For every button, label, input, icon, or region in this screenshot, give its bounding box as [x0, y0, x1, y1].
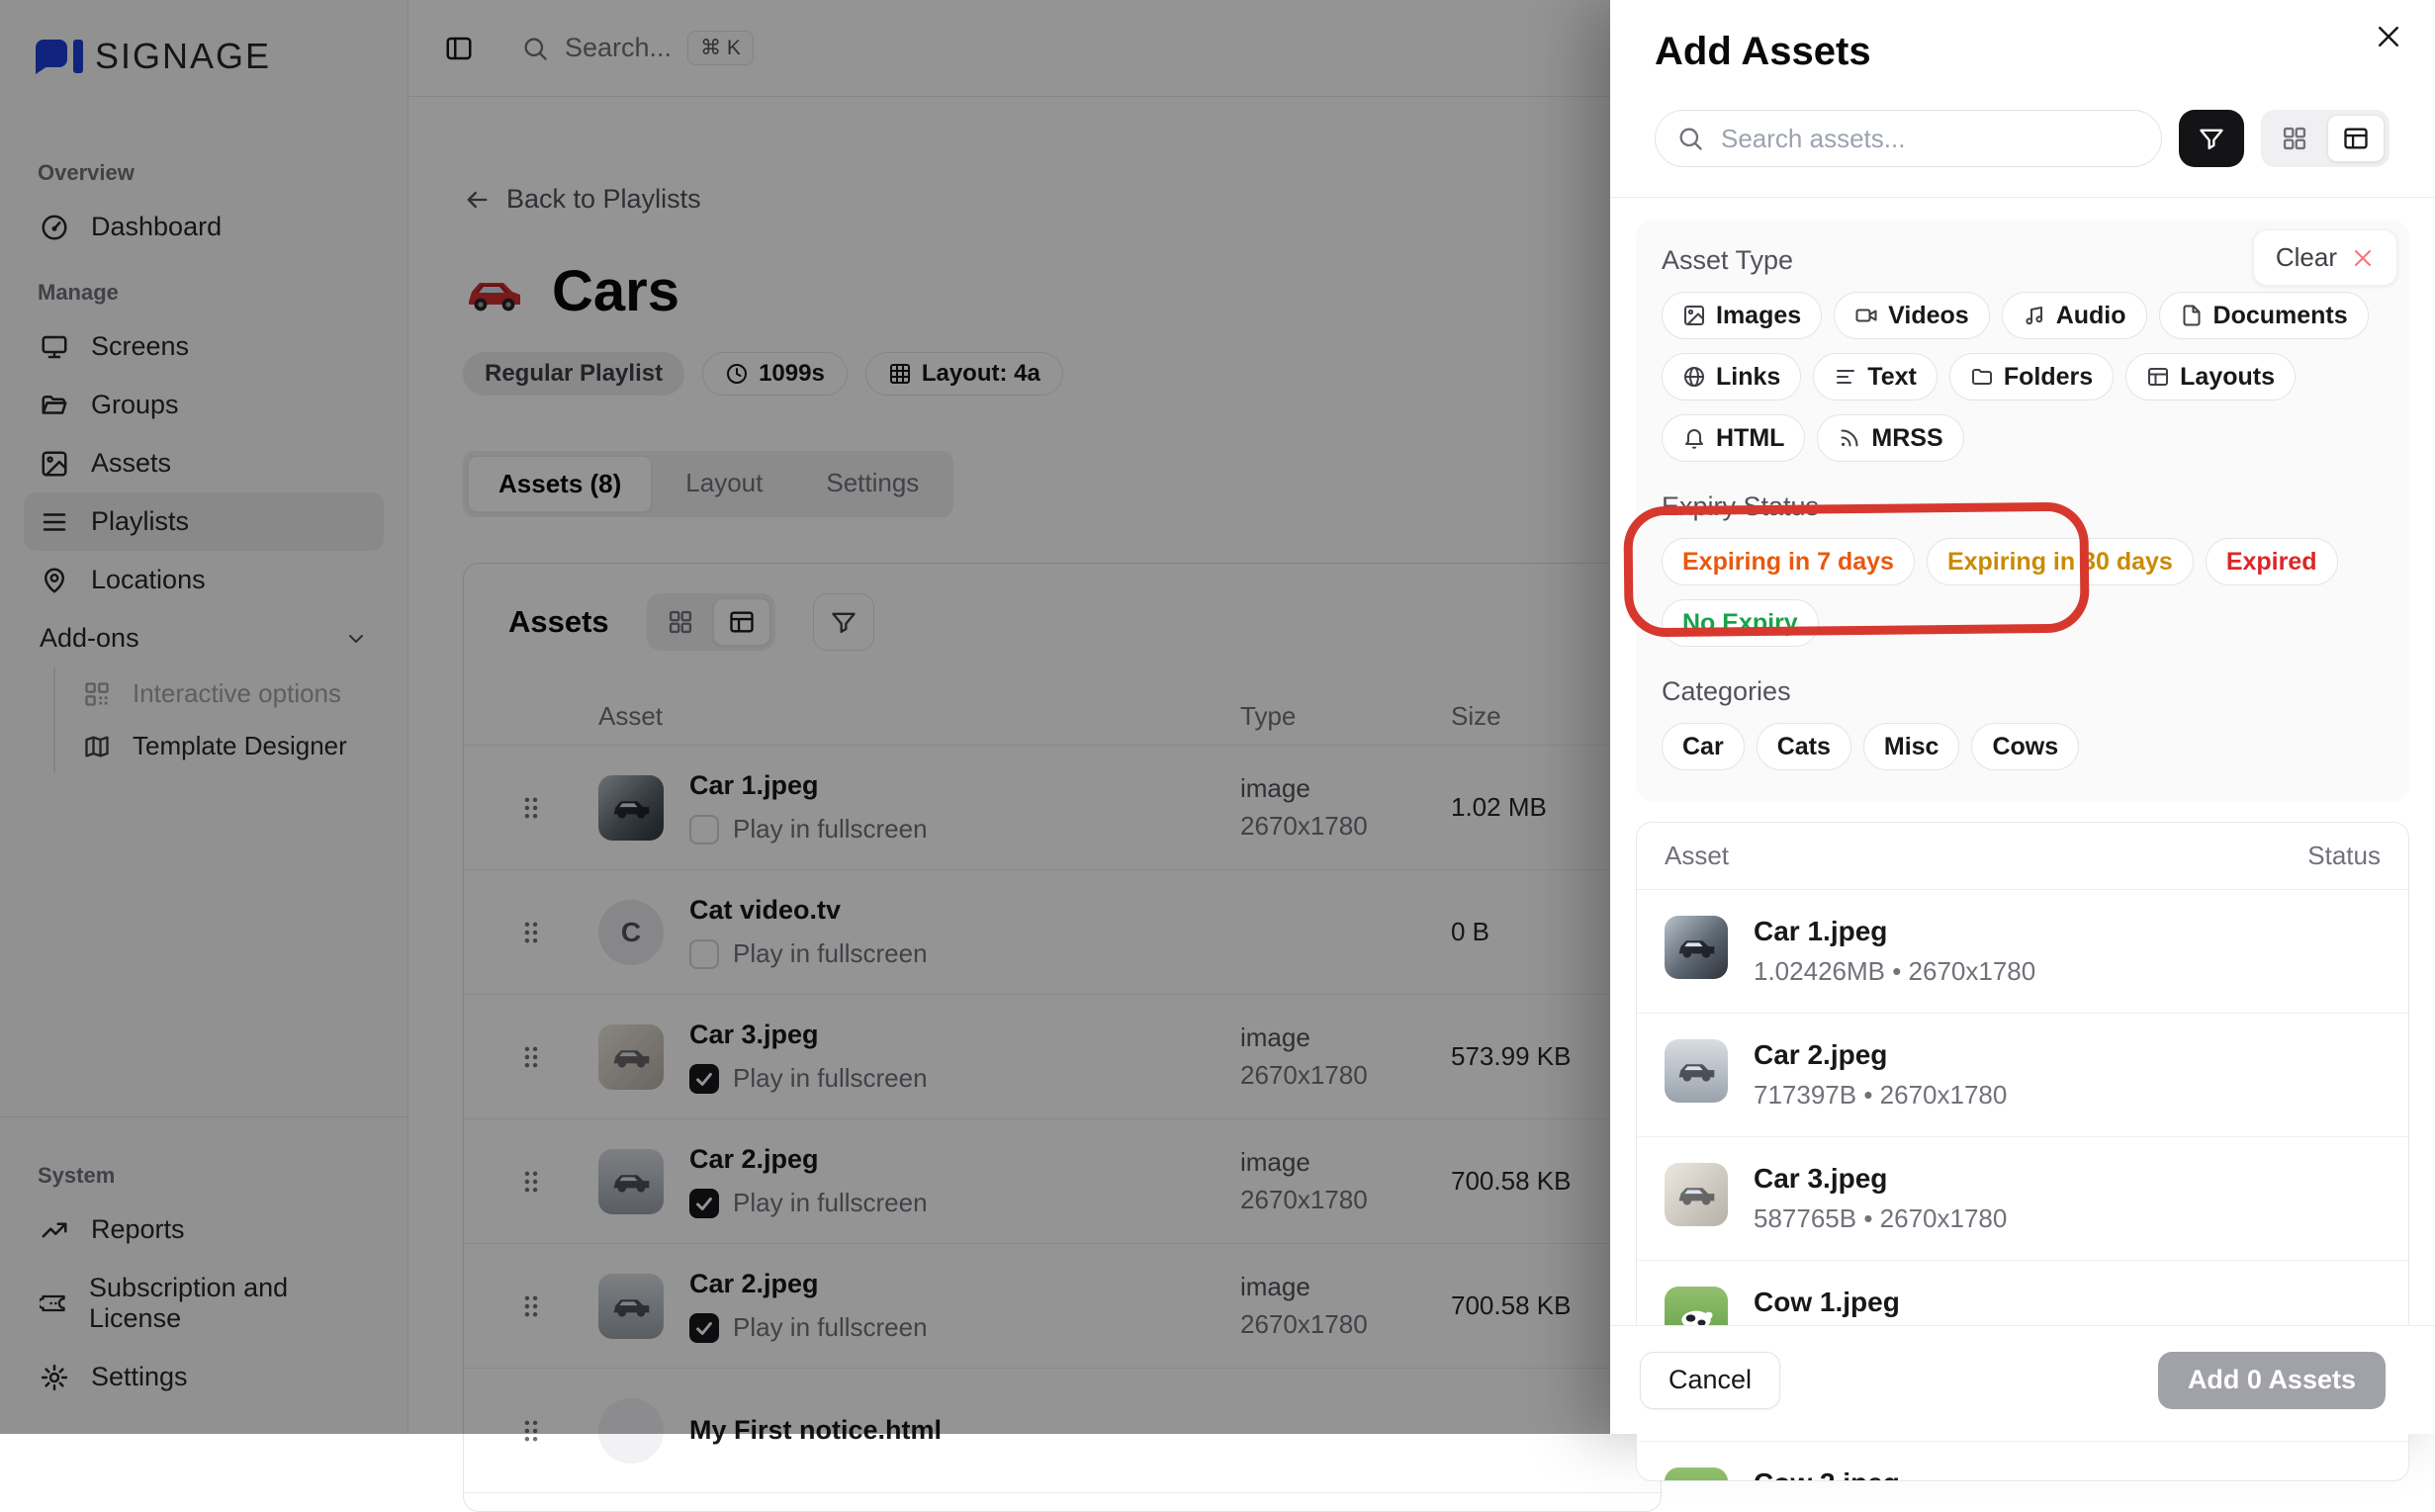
list-item[interactable]: Car 1.jpeg 1.02426MB • 2670x1780: [1637, 890, 2408, 1014]
chip-category-cats[interactable]: Cats: [1757, 723, 1851, 770]
list-item[interactable]: Car 2.jpeg 717397B • 2670x1780: [1637, 1014, 2408, 1137]
globe-icon: [1682, 365, 1706, 389]
expiry-status-chips: Expiring in 7 days Expiring in 30 days E…: [1662, 538, 2384, 647]
chip-expiring-30-days[interactable]: Expiring in 30 days: [1927, 538, 2194, 585]
chip-folders[interactable]: Folders: [1949, 353, 2114, 400]
chip-documents[interactable]: Documents: [2159, 292, 2369, 339]
chip-links[interactable]: Links: [1662, 353, 1801, 400]
drawer-title: Add Assets: [1655, 30, 2390, 74]
video-icon: [1854, 304, 1878, 327]
categories-label: Categories: [1662, 676, 2384, 707]
drawer-col-asset: Asset: [1665, 841, 1729, 871]
add-assets-button[interactable]: Add 0 Assets: [2158, 1352, 2386, 1409]
list-item[interactable]: Cow 2.jpeg: [1637, 1442, 2408, 1481]
rss-icon: [1838, 426, 1861, 450]
expiry-status-label: Expiry Status: [1662, 491, 2384, 522]
list-item[interactable]: Car 3.jpeg 587765B • 2670x1780: [1637, 1137, 2408, 1261]
music-note-icon: [2023, 304, 2046, 327]
asset-name: Car 2.jpeg: [1754, 1039, 2007, 1071]
chip-category-car[interactable]: Car: [1662, 723, 1745, 770]
asset-thumbnail: [1665, 1039, 1728, 1103]
asset-meta: 587765B • 2670x1780: [1754, 1203, 2007, 1234]
layout-icon: [2146, 365, 2170, 389]
drawer-col-status: Status: [2307, 841, 2381, 871]
add-assets-drawer: Add Assets Clear Asset Type Images Video…: [1610, 0, 2435, 1434]
table-view-icon: [2342, 125, 2370, 152]
image-icon: [1682, 304, 1706, 327]
asset-type-chips: Images Videos Audio Documents Links Text…: [1662, 292, 2384, 462]
asset-thumbnail: [1665, 1163, 1728, 1226]
folder-icon: [1970, 365, 1994, 389]
asset-name: Car 1.jpeg: [1754, 916, 2035, 947]
drawer-table-view-button[interactable]: [2327, 115, 2385, 162]
chip-mrss[interactable]: MRSS: [1817, 414, 1963, 462]
close-icon[interactable]: [2374, 22, 2403, 51]
chip-category-misc[interactable]: Misc: [1863, 723, 1960, 770]
chip-audio[interactable]: Audio: [2002, 292, 2147, 339]
chip-layouts[interactable]: Layouts: [2125, 353, 2296, 400]
drawer-grid-view-button[interactable]: [2266, 115, 2323, 162]
file-icon: [2180, 304, 2204, 327]
asset-name: Cow 1.jpeg: [1754, 1287, 2050, 1318]
clear-filters-button[interactable]: Clear: [2253, 229, 2397, 286]
asset-search-field: [1655, 110, 2162, 167]
chip-videos[interactable]: Videos: [1834, 292, 1990, 339]
cancel-button[interactable]: Cancel: [1640, 1352, 1780, 1409]
asset-name: Car 3.jpeg: [1754, 1163, 2007, 1195]
category-chips: Car Cats Misc Cows: [1662, 723, 2384, 770]
chip-category-cows[interactable]: Cows: [1971, 723, 2079, 770]
text-lines-icon: [1834, 365, 1857, 389]
drawer-filter-button[interactable]: [2179, 110, 2244, 167]
drawer-footer: Cancel Add 0 Assets: [1610, 1325, 2435, 1434]
asset-search-input[interactable]: [1655, 110, 2162, 167]
asset-meta: 717397B • 2670x1780: [1754, 1080, 2007, 1111]
chip-images[interactable]: Images: [1662, 292, 1822, 339]
chip-expired[interactable]: Expired: [2206, 538, 2338, 585]
drawer-view-toggle: [2261, 110, 2390, 167]
grid-view-icon: [2281, 125, 2308, 152]
bell-icon: [1682, 426, 1706, 450]
chip-no-expiry[interactable]: No Expiry: [1662, 599, 1819, 647]
asset-thumbnail: [1665, 1468, 1728, 1481]
asset-name: Cow 2.jpeg: [1754, 1468, 1900, 1481]
funnel-icon: [2198, 125, 2225, 152]
asset-meta: 1.02426MB • 2670x1780: [1754, 956, 2035, 987]
filters-card: Clear Asset Type Images Videos Audio Doc…: [1636, 220, 2409, 802]
chip-text[interactable]: Text: [1813, 353, 1938, 400]
chip-html[interactable]: HTML: [1662, 414, 1805, 462]
search-icon: [1676, 125, 1704, 152]
chip-expiring-7-days[interactable]: Expiring in 7 days: [1662, 538, 1915, 585]
modal-overlay[interactable]: [0, 0, 1610, 1434]
close-icon: [2351, 246, 2375, 270]
asset-thumbnail: [1665, 916, 1728, 979]
